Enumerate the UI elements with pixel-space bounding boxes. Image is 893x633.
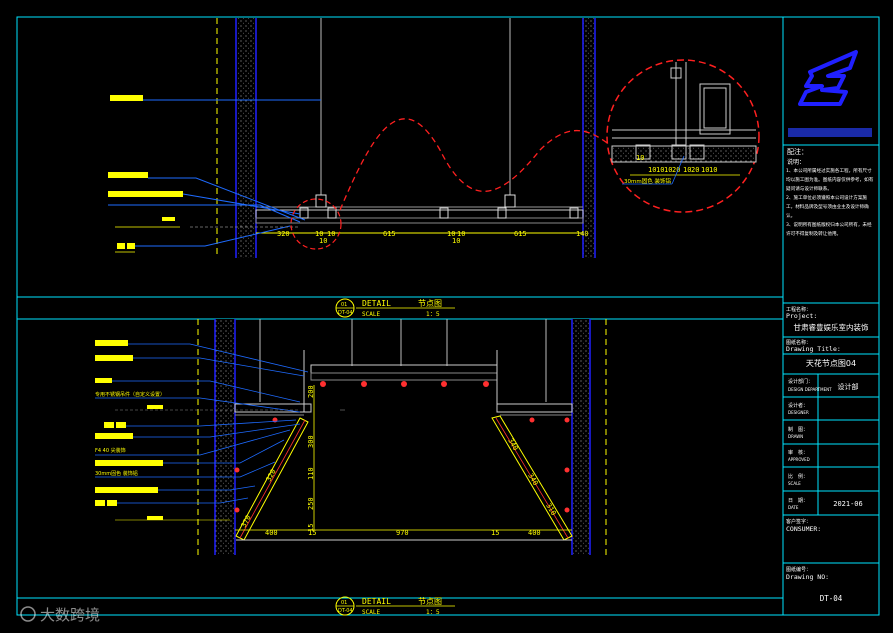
watermark-text: 大数跨境: [40, 606, 100, 624]
svg-text:01: 01: [341, 600, 347, 606]
dim-label: 10: [452, 237, 460, 245]
dim-label: 15: [307, 524, 315, 532]
date-value: 2021-06: [833, 500, 863, 508]
dim-label: 10: [447, 230, 455, 238]
logo-text-bar: [788, 128, 872, 137]
titleblock: 配注： 说明： 1、本公司所属经过实施各工程，所有尺寸均以施工图为准。图纸内容仅…: [783, 50, 879, 603]
project-name: 甘肃睿豊娱乐室内装饰: [794, 322, 869, 332]
svg-text:DRAWN: DRAWN: [788, 434, 803, 439]
zoom-detail-content: [611, 62, 757, 163]
dim-label: 615: [383, 230, 396, 238]
svg-text:CONSUMER:: CONSUMER:: [786, 525, 821, 533]
zoom-dim: 10: [636, 154, 644, 162]
svg-text:DETAIL: DETAIL: [362, 597, 391, 606]
dim-label: 320: [277, 230, 290, 238]
design-dept-value: 设计部: [838, 382, 859, 391]
zoom-note: 30mm固色 装饰铝: [624, 177, 671, 185]
bottom-label-bars: [95, 340, 163, 520]
detail-tag-bottom: 01 DT-04 DETAIL 节点图 SCALE 1：5: [17, 596, 783, 616]
bottom-detail: 400 15 970 15 400 200 300 110 250 15 320…: [95, 319, 607, 555]
svg-text:制 图：: 制 图：: [788, 426, 808, 433]
svg-text:DETAIL: DETAIL: [362, 299, 391, 308]
drawing-number: DT-04: [820, 594, 843, 603]
dim-label: 10: [327, 230, 335, 238]
dim-label: 200: [307, 385, 315, 398]
revision-cloud-line: [339, 118, 611, 211]
notes-sub: 说明：: [787, 158, 805, 166]
dim-label: 140: [576, 230, 589, 238]
svg-text:节点图: 节点图: [418, 597, 442, 606]
svg-text:DATE: DATE: [788, 505, 799, 510]
bottom-note-1: 专用不锈钢吊件（自定义设置）: [95, 391, 165, 398]
dim-label: 250: [307, 497, 315, 510]
dim-label: 110: [307, 467, 315, 480]
svg-text:DT-04: DT-04: [338, 608, 353, 614]
dim-label: 10: [315, 230, 323, 238]
bottom-left-wall: [215, 319, 235, 555]
svg-text:APPROVED: APPROVED: [788, 457, 810, 462]
top-ceiling-board: [255, 209, 584, 219]
dim-label: 400: [265, 529, 278, 537]
top-right-wall: [583, 18, 595, 258]
detail-tag-top: 01 DT-04 DETAIL 节点图 SCALE 1：5: [335, 298, 455, 318]
notes-heading: 配注：: [787, 147, 808, 156]
svg-text:比 例：: 比 例：: [788, 473, 808, 480]
svg-text:DT-04: DT-04: [338, 310, 353, 316]
cad-drawing: 320 10 615 10 615 10 10 10 10 140 10 10 …: [16, 16, 880, 624]
sheet-border: [16, 16, 784, 616]
svg-text:审 核：: 审 核：: [788, 449, 808, 456]
dim-label: 10: [319, 237, 327, 245]
bottom-note-2: F4 40 尖装饰: [95, 447, 126, 454]
zoom-detail-circle: [606, 59, 760, 213]
top-label-bars: [108, 95, 183, 249]
svg-text:Drawing NO:: Drawing NO:: [786, 573, 829, 581]
top-dim-labels: 320 10 615 10 615 10 10 10 10 140: [277, 230, 589, 245]
top-left-wall: [236, 18, 256, 258]
svg-text:SCALE: SCALE: [788, 481, 801, 486]
zoom-dim: 20: [691, 166, 699, 174]
note-item: 1、本公司所属经过实施各工程，所有尺寸均以施工图为准。图纸内容仅供参考，如有疑问…: [786, 169, 874, 192]
svg-text:设计部门：: 设计部门：: [788, 378, 813, 385]
svg-text:01: 01: [341, 302, 347, 308]
svg-text:DESIGN DEPARTMENT: DESIGN DEPARTMENT: [788, 387, 832, 392]
dim-label: 340: [506, 437, 519, 452]
note-item: 2、施工单位必须遵照本公司设计方案施工，材料品牌及型号须由业主及设计师确认。: [786, 196, 869, 219]
svg-text:1：5: 1：5: [426, 609, 440, 616]
bottom-note-3: 30mm固色 装饰铝: [95, 470, 138, 477]
note-item: 3、说明所有图纸版权归本公司所有，未经许可不得复制及转让他用。: [786, 223, 872, 237]
svg-text:SCALE: SCALE: [362, 311, 380, 318]
dim-label: 300: [307, 435, 315, 448]
svg-text:设计者：: 设计者：: [788, 402, 808, 409]
top-detail: 320 10 615 10 615 10 10 10 10 140 10 10 …: [108, 18, 760, 258]
svg-text:SCALE: SCALE: [362, 609, 380, 616]
dim-label: 400: [528, 529, 541, 537]
svg-text:客户签字：: 客户签字：: [786, 518, 811, 525]
dim-label: 970: [396, 529, 409, 537]
svg-text:节点图: 节点图: [418, 299, 442, 308]
dim-label: 15: [491, 529, 499, 537]
svg-text:日 期：: 日 期：: [788, 498, 808, 504]
svg-text:Project:: Project:: [786, 312, 817, 320]
svg-text:DESIGNER: DESIGNER: [788, 410, 809, 415]
company-logo: [798, 50, 858, 106]
zoom-dim: 10: [709, 166, 717, 174]
watermark-logo-icon: [20, 606, 36, 622]
bottom-right-wall: [572, 319, 590, 555]
dim-label: 10: [457, 230, 465, 238]
drawing-title: 天花节点图04: [806, 358, 856, 368]
svg-text:1：5: 1：5: [426, 311, 440, 318]
dim-label: 615: [514, 230, 527, 238]
svg-text:图纸编号：: 图纸编号：: [786, 566, 811, 573]
svg-text:Drawing Title:: Drawing Title:: [786, 345, 841, 353]
